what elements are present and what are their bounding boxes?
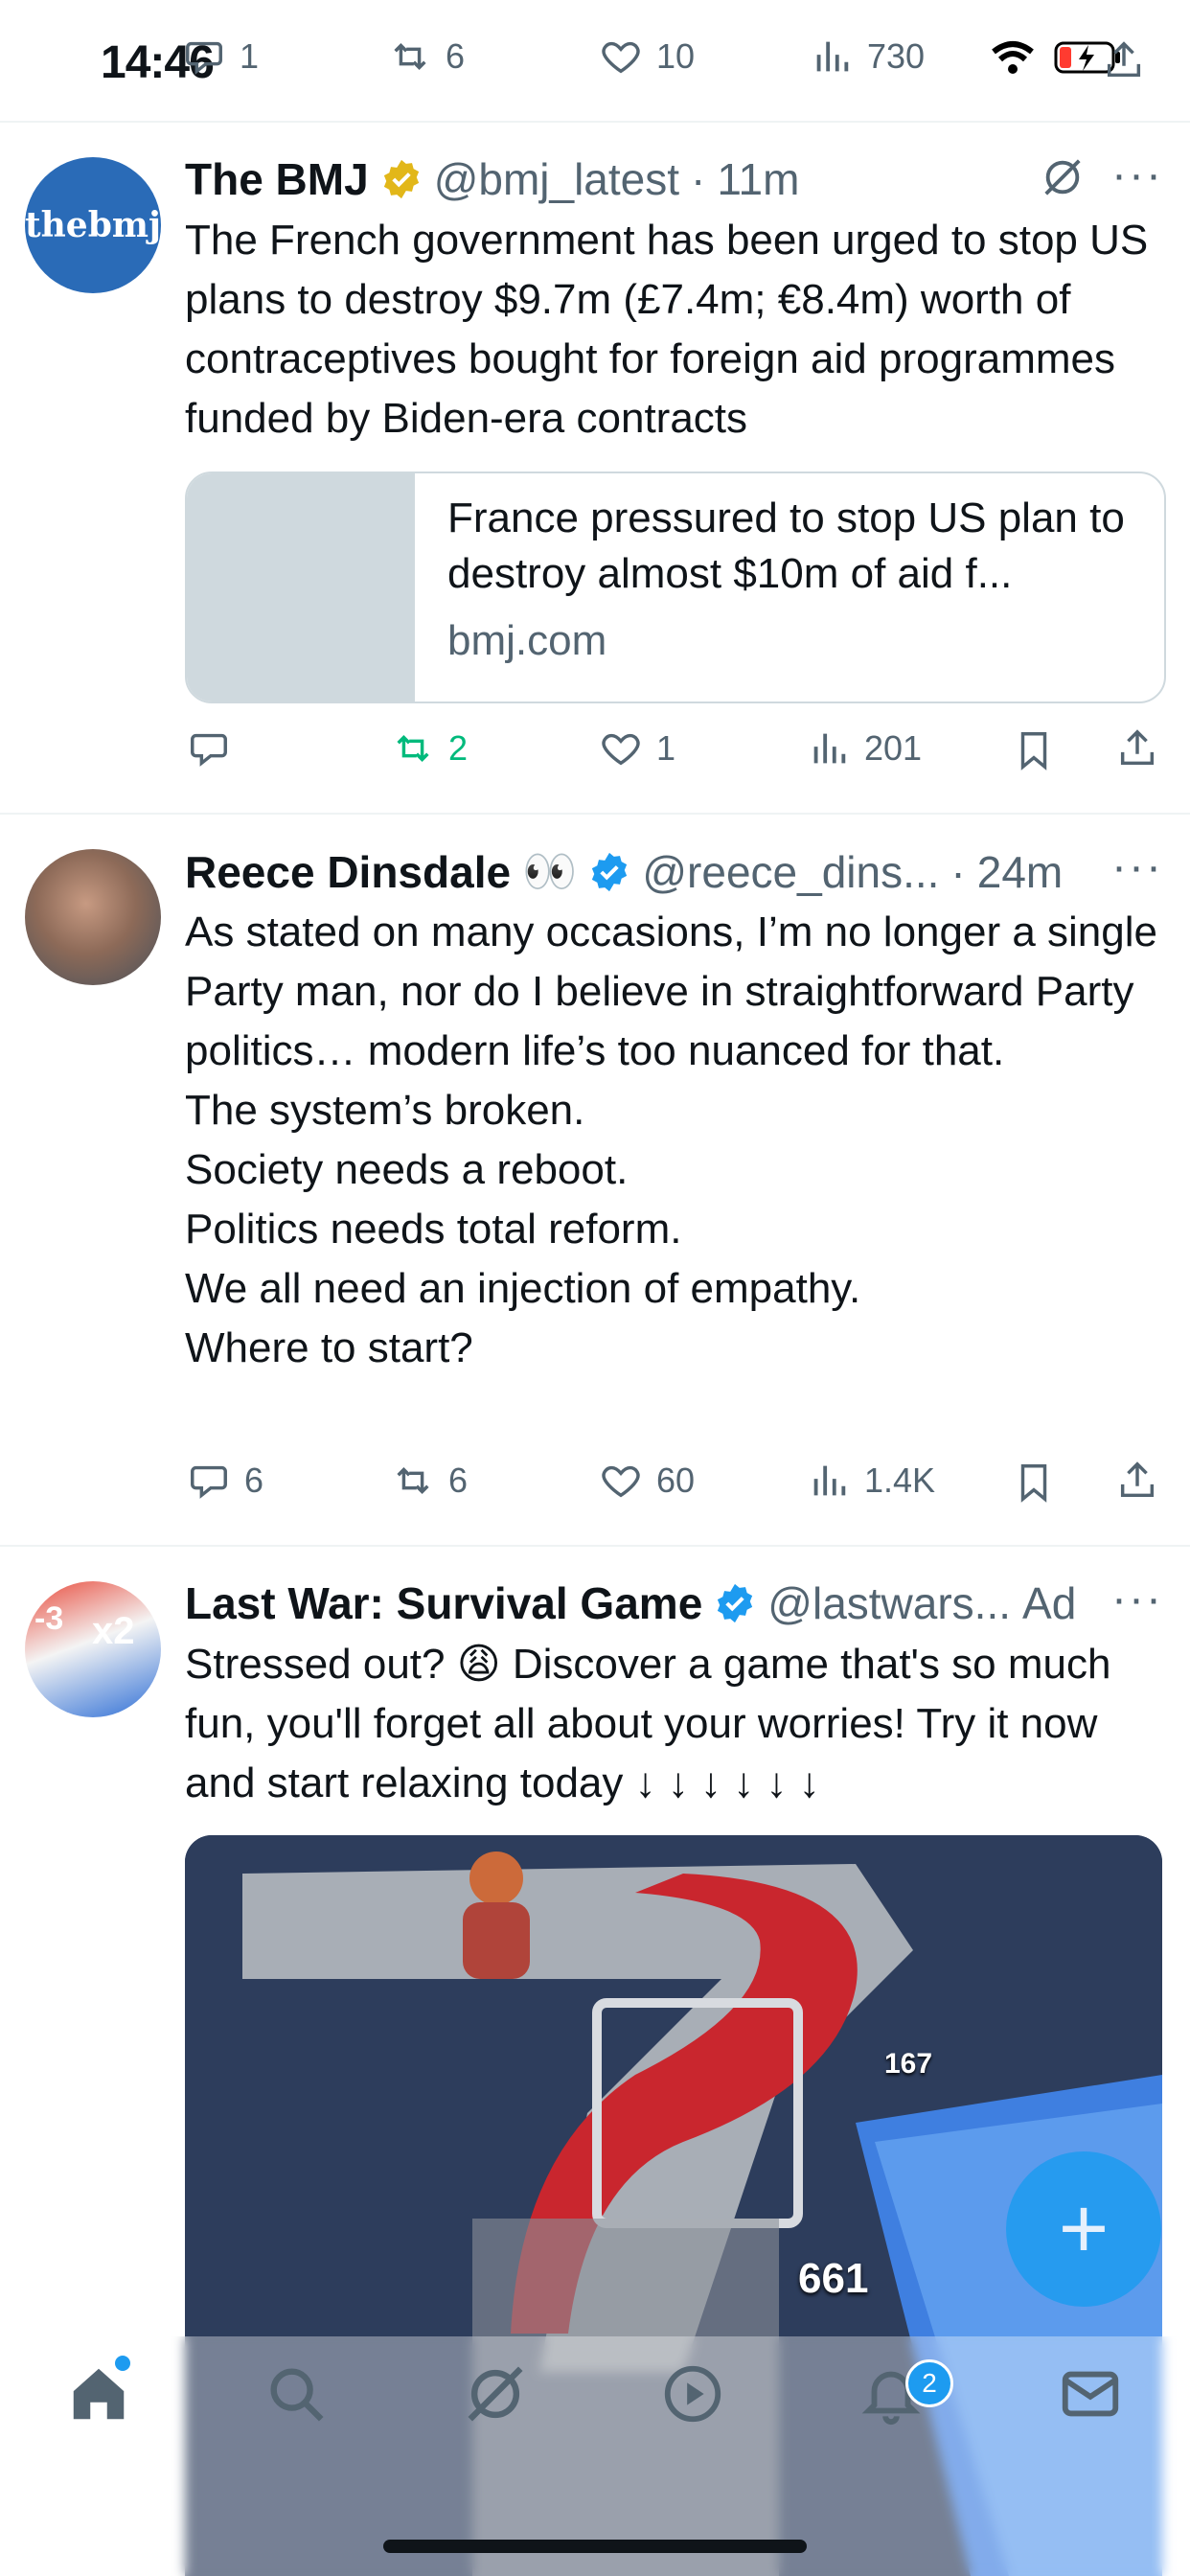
video-icon[interactable] (659, 2360, 726, 2427)
avatar[interactable] (25, 849, 161, 985)
timestamp[interactable]: 11m (717, 153, 799, 205)
more-options-icon[interactable]: ··· (1111, 1573, 1163, 1625)
repost-button[interactable]: 2 (391, 726, 468, 770)
ad-media-number-small: 167 (884, 2048, 933, 2080)
repost-count: 6 (446, 36, 466, 76)
reply-count: 1 (240, 36, 260, 76)
reply-icon (191, 1465, 227, 1499)
heart-icon (602, 41, 640, 74)
author-handle[interactable]: @reece_dins... (642, 846, 939, 898)
previous-tweet-actions: 1 6 10 730 (182, 34, 1150, 92)
eyes-emoji: 👀 (522, 846, 578, 896)
repost-count: 2 (448, 728, 469, 768)
avatar[interactable]: thebmj (25, 157, 161, 293)
author-name[interactable]: Reece Dinsdale (185, 846, 511, 898)
avatar-label-minus: -3 (34, 1600, 64, 1637)
views-button[interactable]: 730 (810, 34, 925, 79)
like-count: 60 (656, 1460, 696, 1500)
ad-label: Ad (1022, 1578, 1077, 1628)
home-indicator-dot (115, 2356, 130, 2371)
views-button[interactable]: 201 (807, 726, 922, 770)
repost-icon (397, 1467, 429, 1494)
share-icon[interactable] (1115, 1459, 1159, 1503)
more-options-icon[interactable]: ··· (1111, 149, 1163, 201)
heart-icon (602, 1465, 640, 1498)
repost-icon (397, 735, 429, 762)
grok-icon[interactable] (1041, 155, 1085, 199)
ad-media-number: 661 (798, 2255, 869, 2302)
link-title: France pressured to stop US plan to dest… (447, 494, 1125, 597)
repost-icon (394, 43, 426, 70)
more-options-icon[interactable]: ··· (1111, 840, 1163, 893)
reply-icon (191, 733, 227, 767)
repost-button[interactable]: 6 (388, 34, 465, 79)
views-icon (813, 1465, 846, 1496)
views-count: 1.4K (864, 1460, 936, 1500)
divider (0, 813, 1190, 815)
reply-count: 6 (244, 1460, 264, 1500)
tweet-text: The French government has been urged to … (185, 217, 1160, 442)
bookmark-icon[interactable] (1012, 1460, 1056, 1505)
compose-button[interactable]: + (1006, 2151, 1161, 2307)
home-indicator-bar (383, 2540, 807, 2553)
gold-verified-icon (383, 159, 419, 199)
link-domain: bmj.com (447, 617, 607, 664)
share-icon[interactable] (1102, 38, 1146, 82)
author-name[interactable]: The BMJ (185, 153, 369, 205)
heart-icon (602, 733, 640, 766)
plus-icon: + (1058, 2180, 1110, 2277)
tweet-header: Last War: Survival Game @lastwars... Ad (185, 1577, 1076, 1629)
author-handle[interactable]: @lastwars... (767, 1577, 1011, 1629)
views-count: 730 (867, 36, 926, 76)
views-icon (816, 41, 849, 72)
verified-icon (718, 1583, 753, 1623)
views-icon (813, 733, 846, 764)
verified-icon (592, 852, 628, 891)
tweet-header: Reece Dinsdale 👀 @reece_dins... · 24m (185, 845, 1063, 898)
reply-button[interactable]: 1 (182, 34, 259, 79)
messages-icon[interactable] (1057, 2360, 1124, 2427)
avatar-logo-text: thebmj (25, 205, 161, 245)
notifications-badge: 2 (905, 2359, 953, 2407)
like-count: 1 (656, 728, 676, 768)
reply-button[interactable]: 6 (187, 1459, 263, 1503)
repost-count: 6 (448, 1460, 469, 1500)
avatar-label-times: x2 (92, 1610, 135, 1652)
tweet-text: Stressed out? 😩 Discover a game that's s… (185, 1641, 1123, 1806)
separator: · (691, 154, 706, 204)
bookmark-icon[interactable] (1012, 728, 1056, 772)
reply-icon (186, 41, 222, 75)
tweet-header: The BMJ @bmj_latest · 11m (185, 153, 799, 205)
like-button[interactable]: 10 (599, 34, 695, 79)
repost-button[interactable]: 6 (391, 1459, 468, 1503)
divider (0, 1545, 1190, 1547)
grok-icon[interactable] (462, 2360, 529, 2427)
views-count: 201 (864, 728, 923, 768)
avatar[interactable]: -3 x2 (25, 1581, 161, 1717)
reply-button[interactable] (187, 726, 244, 770)
tweet-text: As stated on many occasions, I’m no long… (185, 908, 1157, 1371)
timestamp[interactable]: 24m (977, 846, 1063, 898)
search-icon[interactable] (263, 2360, 330, 2427)
like-button[interactable]: 1 (599, 726, 675, 770)
views-button[interactable]: 1.4K (807, 1459, 935, 1503)
divider (0, 121, 1190, 123)
like-button[interactable]: 60 (599, 1459, 695, 1503)
link-thumbnail (187, 473, 415, 702)
like-count: 10 (656, 36, 696, 76)
author-name[interactable]: Last War: Survival Game (185, 1577, 702, 1629)
share-icon[interactable] (1115, 726, 1159, 770)
author-handle[interactable]: @bmj_latest (434, 153, 679, 205)
separator: · (950, 846, 966, 897)
link-card[interactable]: France pressured to stop US plan to dest… (185, 472, 1166, 703)
